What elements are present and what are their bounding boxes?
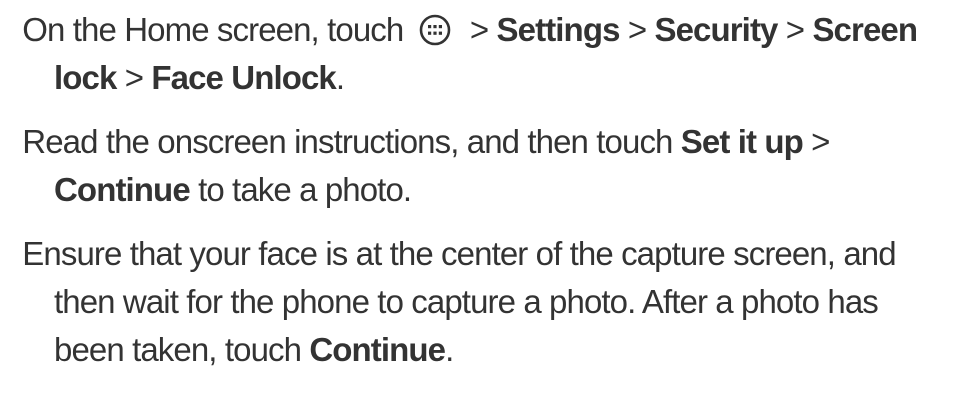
- step-3-text-line-1: Ensure that your face is at the center o…: [22, 235, 836, 272]
- step-1-text-intro: On the Home screen, touch: [22, 11, 404, 48]
- step-1-separator-3: >: [785, 11, 805, 48]
- step-1: 1. On the Home screen, touch > Settings …: [0, 6, 943, 102]
- step-1-security-label: Security: [654, 11, 778, 48]
- step-3-period: .: [445, 331, 454, 368]
- step-1-face-unlock-label: Face Unlock: [151, 59, 336, 96]
- step-2: 2. Read the onscreen instructions, and t…: [0, 118, 943, 214]
- step-1-separator-1: >: [469, 11, 489, 48]
- step-1-separator-4: >: [124, 59, 144, 96]
- instruction-document: 1. On the Home screen, touch > Settings …: [0, 0, 957, 406]
- step-2-set-it-up-label: Set it up: [680, 123, 804, 160]
- step-1-separator-2: >: [627, 11, 647, 48]
- step-2-continue-label: Continue: [54, 171, 191, 208]
- step-1-settings-label: Settings: [496, 11, 621, 48]
- step-3-continue-label: Continue: [309, 331, 446, 368]
- step-3: 3. Ensure that your face is at the cente…: [0, 230, 943, 374]
- step-2-text-intro: Read the onscreen instructions, and then…: [22, 123, 673, 160]
- step-1-period: .: [335, 59, 345, 96]
- step-2-separator: >: [811, 123, 830, 160]
- step-2-text-outro: to take a photo.: [198, 171, 412, 208]
- all-apps-icon: [418, 13, 452, 47]
